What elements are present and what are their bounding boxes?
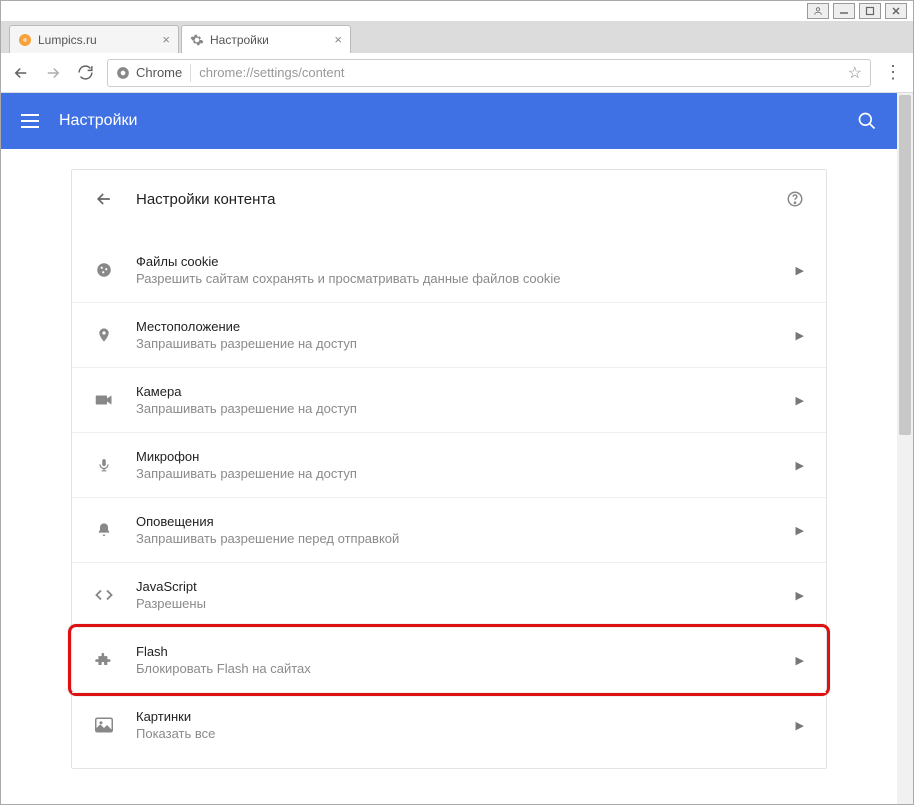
appbar: Настройки — [1, 93, 897, 149]
omnibox[interactable]: Chrome chrome://settings/content ☆ — [107, 59, 871, 87]
titlebar — [1, 1, 913, 21]
row-subtitle: Показать все — [136, 726, 774, 741]
setting-row-microphone[interactable]: Микрофон Запрашивать разрешение на досту… — [72, 432, 826, 497]
row-text: Микрофон Запрашивать разрешение на досту… — [136, 449, 774, 481]
row-text: Картинки Показать все — [136, 709, 774, 741]
omnibox-separator — [190, 64, 191, 82]
row-subtitle: Разрешены — [136, 596, 774, 611]
tab-favicon-gear-icon — [190, 33, 204, 47]
row-title: Микрофон — [136, 449, 774, 464]
chrome-badge-icon — [116, 66, 130, 80]
bookmark-star-icon[interactable]: ☆ — [848, 63, 862, 83]
row-subtitle: Запрашивать разрешение на доступ — [136, 466, 774, 481]
vertical-scrollbar[interactable] — [897, 93, 913, 804]
chevron-right-icon: ▶ — [796, 264, 804, 277]
row-text: Файлы cookie Разрешить сайтам сохранять … — [136, 254, 774, 286]
image-icon — [94, 715, 114, 735]
maximize-button[interactable] — [859, 3, 881, 19]
minimize-button[interactable] — [833, 3, 855, 19]
setting-row-images[interactable]: Картинки Показать все ▶ — [72, 692, 826, 757]
code-icon — [94, 585, 114, 605]
omnibox-origin: Chrome — [136, 65, 182, 80]
back-button[interactable] — [11, 63, 31, 83]
cookie-icon — [94, 260, 114, 280]
row-text: Flash Блокировать Flash на сайтах — [136, 644, 774, 676]
setting-row-location[interactable]: Местоположение Запрашивать разрешение на… — [72, 302, 826, 367]
kebab-menu-button[interactable]: ⋮ — [883, 62, 903, 83]
hamburger-menu-icon[interactable] — [21, 114, 39, 128]
chevron-right-icon: ▶ — [796, 719, 804, 732]
omnibox-url: chrome://settings/content — [199, 65, 841, 80]
row-title: Flash — [136, 644, 774, 659]
close-button[interactable] — [885, 3, 907, 19]
card-title: Настройки контента — [136, 191, 764, 208]
content-settings-card: Настройки контента Файлы cookie Разрешит… — [71, 169, 827, 769]
tab-title: Lumpics.ru — [38, 33, 162, 47]
bell-icon — [94, 520, 114, 540]
row-text: Камера Запрашивать разрешение на доступ — [136, 384, 774, 416]
help-icon[interactable] — [786, 190, 804, 208]
row-title: Картинки — [136, 709, 774, 724]
row-text: JavaScript Разрешены — [136, 579, 774, 611]
row-title: Оповещения — [136, 514, 774, 529]
tab-close-icon[interactable]: × — [334, 32, 342, 47]
row-subtitle: Запрашивать разрешение на доступ — [136, 336, 774, 351]
setting-row-cookies[interactable]: Файлы cookie Разрешить сайтам сохранять … — [72, 238, 826, 302]
row-subtitle: Блокировать Flash на сайтах — [136, 661, 774, 676]
setting-row-notifications[interactable]: Оповещения Запрашивать разрешение перед … — [72, 497, 826, 562]
microphone-icon — [94, 455, 114, 475]
window-frame: Lumpics.ru × Настройки × Chrome chrome: — [0, 0, 914, 805]
puzzle-piece-icon — [94, 650, 114, 670]
row-text: Местоположение Запрашивать разрешение на… — [136, 319, 774, 351]
location-pin-icon — [94, 325, 114, 345]
back-arrow-icon[interactable] — [94, 189, 114, 209]
row-title: Камера — [136, 384, 774, 399]
chevron-right-icon: ▶ — [796, 329, 804, 342]
setting-row-flash[interactable]: Flash Блокировать Flash на сайтах ▶ — [72, 627, 826, 692]
chevron-right-icon: ▶ — [796, 524, 804, 537]
card-header: Настройки контента — [72, 170, 826, 228]
viewport: Настройки Настройки контента — [1, 93, 913, 804]
toolbar: Chrome chrome://settings/content ☆ ⋮ — [1, 53, 913, 93]
tab-close-icon[interactable]: × — [162, 32, 170, 47]
chevron-right-icon: ▶ — [796, 654, 804, 667]
appbar-title: Настройки — [59, 112, 837, 130]
row-subtitle: Запрашивать разрешение на доступ — [136, 401, 774, 416]
settings-page: Настройки Настройки контента — [1, 93, 897, 804]
row-text: Оповещения Запрашивать разрешение перед … — [136, 514, 774, 546]
tab-settings[interactable]: Настройки × — [181, 25, 351, 53]
setting-row-javascript[interactable]: JavaScript Разрешены ▶ — [72, 562, 826, 627]
tab-title: Настройки — [210, 33, 334, 47]
reload-button[interactable] — [75, 63, 95, 83]
card-area: Настройки контента Файлы cookie Разрешит… — [1, 149, 897, 769]
setting-row-camera[interactable]: Камера Запрашивать разрешение на доступ … — [72, 367, 826, 432]
forward-button[interactable] — [43, 63, 63, 83]
row-title: Местоположение — [136, 319, 774, 334]
camera-icon — [94, 390, 114, 410]
row-title: Файлы cookie — [136, 254, 774, 269]
tab-strip: Lumpics.ru × Настройки × — [1, 21, 913, 53]
chevron-right-icon: ▶ — [796, 459, 804, 472]
user-button[interactable] — [807, 3, 829, 19]
chevron-right-icon: ▶ — [796, 394, 804, 407]
tab-lumpics[interactable]: Lumpics.ru × — [9, 25, 179, 53]
search-icon[interactable] — [857, 111, 877, 131]
row-subtitle: Разрешить сайтам сохранять и просматрива… — [136, 271, 774, 286]
tab-favicon-orange-icon — [18, 33, 32, 47]
row-title: JavaScript — [136, 579, 774, 594]
chevron-right-icon: ▶ — [796, 589, 804, 602]
window-controls — [807, 3, 907, 19]
scrollbar-thumb[interactable] — [899, 95, 911, 435]
row-subtitle: Запрашивать разрешение перед отправкой — [136, 531, 774, 546]
